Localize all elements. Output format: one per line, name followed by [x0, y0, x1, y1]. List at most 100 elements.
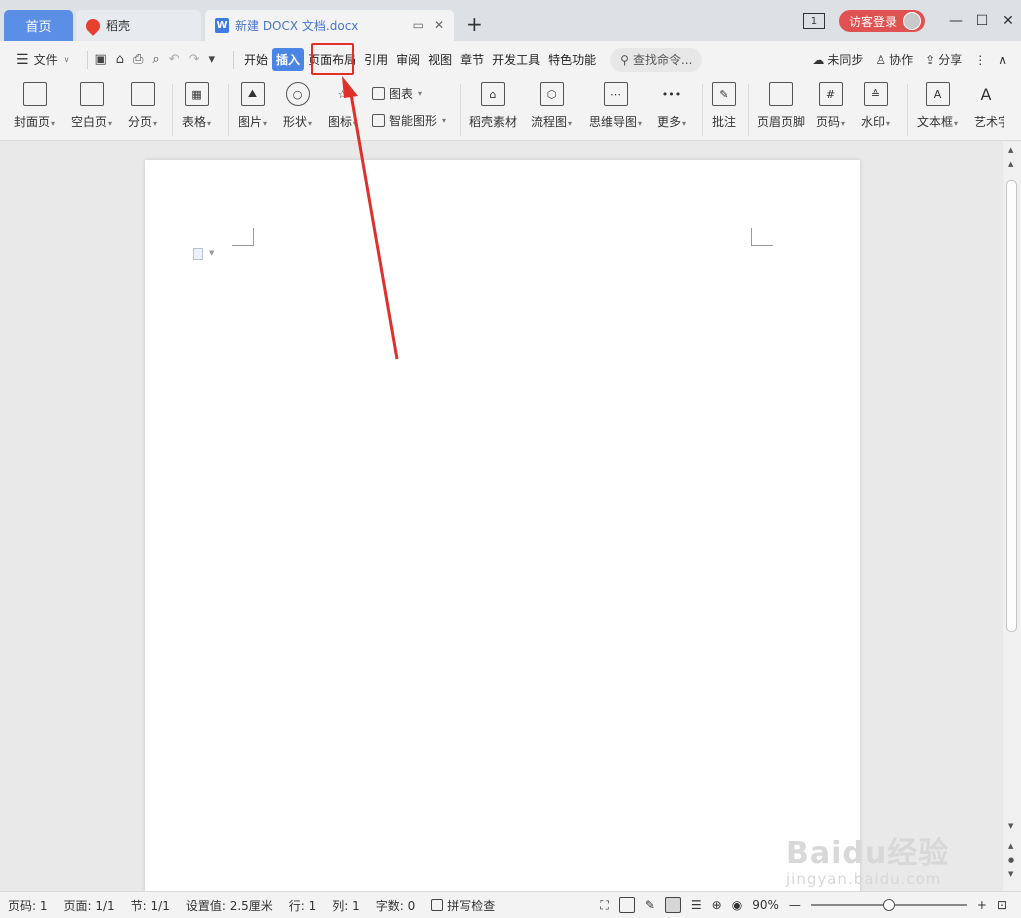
zoom-slider-knob[interactable] — [882, 899, 895, 911]
page-number-icon: # — [818, 82, 843, 106]
textbox-icon: A — [925, 82, 950, 106]
chart-button[interactable]: 图表 ▾ — [372, 85, 422, 102]
blank-page-button[interactable]: 空白页▾ — [71, 82, 112, 130]
paragraph-handle-icon[interactable] — [193, 248, 203, 260]
file-menu[interactable]: ☰ 文件 ∨ — [0, 51, 69, 68]
mindmap-label: 思维导图 — [589, 115, 638, 129]
scrollbar-thumb[interactable] — [1006, 180, 1017, 632]
cover-page-button[interactable]: 封面页▾ — [14, 82, 55, 130]
divider — [228, 84, 229, 136]
zoom-out-icon[interactable]: — — [789, 898, 801, 912]
zoom-in-icon[interactable]: + — [977, 898, 987, 912]
login-label: 访客登录 — [848, 14, 897, 29]
shape-button[interactable]: ○ 形状▾ — [283, 82, 312, 130]
more-options-icon[interactable]: ⋮ — [974, 53, 986, 67]
watermark-button[interactable]: ≙ 水印▾ — [861, 82, 890, 130]
scroll-prev-icon[interactable]: ▲ — [1008, 842, 1013, 850]
spell-check-toggle[interactable]: 拼写检查 — [423, 897, 503, 914]
wordart-button[interactable]: A 艺术字 — [974, 82, 1004, 130]
zoom-slider[interactable] — [810, 899, 967, 911]
daoke-assets-button[interactable]: ⌂ 稻壳素材 — [469, 82, 517, 130]
eye-protect-icon[interactable]: ◉ — [732, 898, 742, 912]
flowchart-button[interactable]: ⬡ 流程图▾ — [531, 82, 572, 130]
picture-button[interactable]: ⛰ 图片▾ — [238, 82, 267, 130]
tab-review[interactable]: 审阅 — [392, 51, 424, 68]
status-row[interactable]: 行: 1 — [281, 897, 325, 914]
tab-daoke[interactable]: 稻壳 — [76, 10, 201, 41]
close-tab-icon[interactable]: ✕ — [434, 18, 444, 32]
textbox-button[interactable]: A 文本框▾ — [917, 82, 958, 130]
scroll-down-icon[interactable]: ▼ — [1008, 822, 1013, 830]
vertical-scrollbar[interactable]: ▲ ▲ ▼ ▲ ● ▼ — [1003, 142, 1021, 891]
share-button[interactable]: ⇪ 分享 — [925, 51, 962, 68]
format-painter-icon[interactable]: ⌂ — [116, 52, 124, 67]
close-window-button[interactable]: ✕ — [995, 13, 1021, 29]
fit-page-icon[interactable]: ⊡ — [997, 898, 1007, 912]
select-browse-icon[interactable]: ● — [1008, 856, 1014, 864]
page-view-icon[interactable] — [664, 897, 681, 913]
web-view-icon[interactable]: ⊕ — [712, 898, 722, 912]
pen-icon[interactable]: ✎ — [645, 898, 655, 912]
fullscreen-icon[interactable]: ⛶ — [600, 898, 608, 913]
more-button[interactable]: ••• 更多▾ — [657, 82, 686, 130]
maximize-button[interactable]: ☐ — [969, 13, 995, 29]
print-preview-icon[interactable]: ⌕ — [152, 52, 159, 67]
margin-mark-left — [232, 228, 254, 246]
header-footer-button[interactable]: 页眉页脚 — [757, 82, 805, 130]
page-number-button[interactable]: # 页码▾ — [816, 82, 845, 130]
divider — [87, 50, 89, 69]
tab-start[interactable]: 开始 — [240, 51, 272, 68]
tab-developer[interactable]: 开发工具 — [488, 51, 544, 68]
float-window-icon[interactable]: ▭ — [413, 18, 424, 32]
outline-view-icon[interactable]: ☰ — [691, 898, 702, 912]
document-canvas: ▼ — [0, 142, 1003, 891]
tab-references[interactable]: 引用 — [360, 51, 392, 68]
mindmap-button[interactable]: ⋯ 思维导图▾ — [589, 82, 642, 130]
window-count-badge[interactable]: 1 — [802, 13, 825, 29]
tab-features[interactable]: 特色功能 — [544, 51, 600, 68]
tab-page-layout[interactable]: 页面布局 — [304, 51, 360, 68]
comment-button[interactable]: ✎ 批注 — [712, 82, 736, 130]
command-search[interactable]: ⚲ 查找命令... — [610, 47, 703, 72]
tab-section[interactable]: 章节 — [456, 51, 488, 68]
status-column[interactable]: 列: 1 — [324, 897, 368, 914]
new-tab-button[interactable]: + — [466, 14, 483, 34]
quick-access-more-icon[interactable]: ▾ — [209, 52, 216, 67]
more-icon: ••• — [661, 87, 682, 101]
tab-insert[interactable]: 插入 — [272, 48, 305, 71]
icon-button[interactable]: ☆ 图标▾ — [328, 82, 357, 130]
status-setting[interactable]: 设置值: 2.5厘米 — [178, 897, 281, 914]
undo-icon[interactable]: ↶ — [169, 52, 180, 67]
daoke-icon — [83, 15, 103, 36]
status-word-count[interactable]: 字数: 0 — [368, 897, 424, 914]
scroll-prev-page-icon[interactable]: ▲ — [1008, 160, 1013, 168]
login-button[interactable]: 访客登录 — [838, 10, 925, 32]
tab-document[interactable]: W 新建 DOCX 文档.docx ▭ ✕ — [205, 10, 454, 41]
sync-button[interactable]: ☁ 未同步 — [812, 51, 863, 68]
watermark-main-text: Baidu经验 — [786, 836, 950, 871]
bar-chart-icon — [372, 87, 385, 100]
collapse-ribbon-icon[interactable]: ∧ — [998, 53, 1007, 67]
save-icon[interactable]: ▣ — [94, 52, 106, 67]
scroll-up-icon[interactable]: ▲ — [1008, 146, 1013, 154]
redo-icon[interactable]: ↷ — [189, 52, 200, 67]
smart-art-button[interactable]: 智能图形 ▾ — [372, 112, 446, 129]
table-icon: ▦ — [184, 82, 209, 106]
page-break-button[interactable]: 分页▾ — [128, 82, 157, 130]
scroll-next-icon[interactable]: ▼ — [1008, 870, 1013, 878]
collaborate-button[interactable]: ♙ 协作 — [875, 51, 913, 68]
table-button[interactable]: ▦ 表格▾ — [182, 82, 211, 130]
flowchart-label: 流程图 — [531, 115, 568, 129]
tab-view[interactable]: 视图 — [424, 51, 456, 68]
read-mode-icon[interactable] — [618, 897, 635, 913]
search-icon: ⚲ — [620, 52, 629, 67]
tab-home[interactable]: 首页 — [4, 10, 73, 41]
document-page[interactable]: ▼ — [145, 160, 860, 891]
print-icon[interactable]: ⎙ — [133, 52, 143, 67]
status-section[interactable]: 节: 1/1 — [123, 897, 178, 914]
zoom-level[interactable]: 90% — [752, 898, 779, 912]
status-page-number[interactable]: 页码: 1 — [0, 897, 56, 914]
status-pages[interactable]: 页面: 1/1 — [56, 897, 123, 914]
picture-label: 图片 — [238, 115, 263, 129]
minimize-button[interactable]: — — [943, 13, 969, 29]
